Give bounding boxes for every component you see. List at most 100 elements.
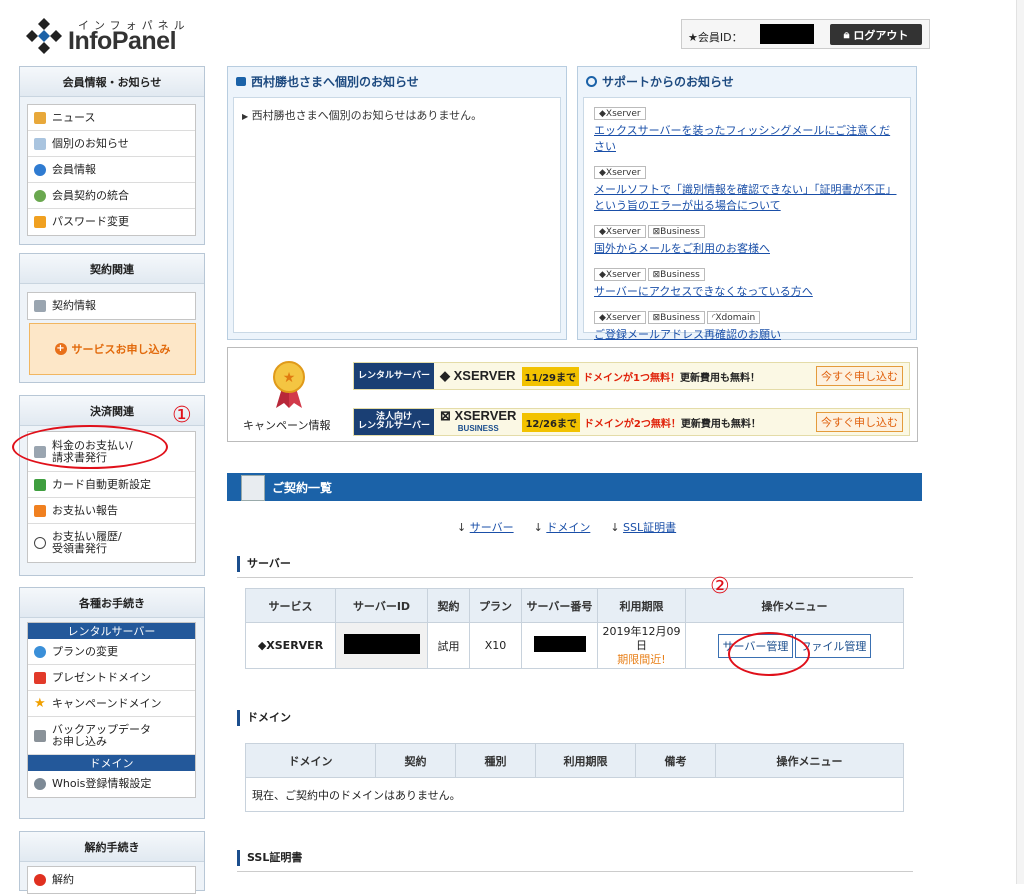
campaign-box: ★ キャンペーン情報 レンタルサーバー ◆ XSERVER 11/29まで ドメ… bbox=[227, 347, 918, 442]
category-rental-server: レンタルサーバー bbox=[28, 623, 195, 639]
tag-xserver: ◆Xserver bbox=[594, 107, 646, 120]
sidebar-item-present-domain[interactable]: プレゼントドメイン bbox=[28, 665, 195, 691]
annotation-mark-1: ① bbox=[172, 403, 192, 428]
server-id-redacted bbox=[343, 634, 420, 654]
contract-icon bbox=[34, 300, 46, 312]
support-notice-body: ◆Xserver エックスサーバーを装ったフィッシングメールにご注意ください ◆X… bbox=[583, 97, 911, 341]
sidebar-item-backup[interactable]: バックアップデータ お申し込み bbox=[28, 717, 195, 755]
cancel-icon bbox=[34, 874, 46, 886]
tag-label: Business bbox=[660, 270, 700, 280]
svg-text:★: ★ bbox=[283, 370, 296, 386]
support-link[interactable]: メールソフトで「識別情報を確認できない」「証明書が不正」という旨のエラーが出る場… bbox=[594, 182, 900, 214]
support-link[interactable]: ご登録メールアドレス再確認のお願い bbox=[594, 327, 900, 343]
sidebar-item-password[interactable]: パスワード変更 bbox=[28, 209, 195, 235]
scrollbar[interactable] bbox=[1016, 0, 1024, 884]
tag-label: Xserver bbox=[605, 313, 641, 323]
campaign-apply-button[interactable]: 今すぐ申し込む bbox=[816, 366, 903, 386]
campaign-row-business: 法人向け レンタルサーバー ⊠ XSERVER BUSINESS 12/26まで … bbox=[353, 408, 910, 436]
support-icon bbox=[586, 75, 597, 87]
tag-business: ⊠Business bbox=[647, 268, 705, 281]
support-item: ◆Xserver エックスサーバーを装ったフィッシングメールにご注意ください bbox=[594, 106, 900, 155]
sidebar-item-cancel[interactable]: 解約 bbox=[28, 867, 195, 893]
sidebar-item-label: プレゼントドメイン bbox=[52, 670, 151, 684]
anchor-ssl[interactable]: ↓ SSL証明書 bbox=[610, 519, 676, 535]
tag-label: Xdomain bbox=[715, 313, 756, 323]
personal-notice-panel: 西村勝也さまへ個別のお知らせ ▶ 西村勝也さまへ個別のお知らせはありません。 bbox=[227, 66, 567, 340]
support-link[interactable]: 国外からメールをご利用のお客様へ bbox=[594, 241, 900, 257]
sidebar-item-label: プランの変更 bbox=[52, 644, 118, 658]
campaign-logo-text: XSERVER bbox=[453, 368, 516, 383]
triangle-right-icon: ▶ bbox=[242, 112, 249, 121]
campaign-tag: レンタルサーバー bbox=[354, 363, 434, 389]
sidebar-item-contract-info[interactable]: 契約情報 bbox=[28, 293, 195, 319]
logout-label: ログアウト bbox=[853, 28, 909, 42]
col-header: プラン bbox=[469, 588, 522, 623]
annotation-circle-1 bbox=[12, 425, 168, 469]
sidebar-item-merge[interactable]: 会員契約の統合 bbox=[28, 183, 195, 209]
contract-list-title: ご契約一覧 bbox=[272, 480, 333, 495]
tag-xdomain: ◜Xdomain bbox=[706, 311, 761, 324]
campaign-apply-button[interactable]: 今すぐ申し込む bbox=[816, 412, 903, 432]
sidebar-item-label: 契約情報 bbox=[52, 299, 96, 312]
campaign-label: キャンペーン情報 bbox=[243, 419, 331, 432]
col-header: サーバー番号 bbox=[521, 588, 598, 623]
service-apply-button[interactable]: + サービスお申し込み bbox=[29, 323, 196, 375]
logout-button[interactable]: 🔒︎ ログアウト bbox=[830, 24, 922, 45]
tag-xserver: ◆Xserver bbox=[594, 166, 646, 179]
anchor-link[interactable]: SSL証明書 bbox=[623, 521, 676, 534]
sidebar-item-label: ニュース bbox=[52, 110, 96, 124]
support-item: ◆Xserver ⊠Business サーバーにアクセスできなくなっている方へ bbox=[594, 267, 900, 300]
sidebar-item-history[interactable]: お支払い履歴/ 受領書発行 bbox=[28, 524, 195, 562]
support-link[interactable]: サーバーにアクセスできなくなっている方へ bbox=[594, 284, 900, 300]
col-header: 契約 bbox=[427, 588, 470, 623]
sidebar-item-plan-change[interactable]: プランの変更 bbox=[28, 639, 195, 665]
tag-xserver: ◆Xserver bbox=[594, 311, 646, 324]
sidebar-item-label: お支払い報告 bbox=[52, 503, 118, 517]
down-arrow-icon: ↓ bbox=[533, 521, 543, 534]
campaign-date: 11/29まで bbox=[521, 366, 580, 386]
campaign-msg: ドメインが1つ無料！ bbox=[583, 372, 680, 384]
sidebar-contract-title: 契約関連 bbox=[20, 254, 204, 284]
anchor-link[interactable]: サーバー bbox=[470, 521, 514, 534]
sidebar-item-card[interactable]: カード自動更新設定 bbox=[28, 472, 195, 498]
sidebar-item-campaign-domain[interactable]: ★ キャンペーンドメイン bbox=[28, 691, 195, 717]
anchor-domain[interactable]: ↓ ドメイン bbox=[534, 519, 591, 535]
anchor-link[interactable]: ドメイン bbox=[546, 521, 590, 534]
sidebar-item-news[interactable]: ニュース bbox=[28, 105, 195, 131]
sidebar-item-notice[interactable]: 個別のお知らせ bbox=[28, 131, 195, 157]
tag-business: ⊠Business bbox=[647, 311, 705, 324]
anchor-server[interactable]: ↓ サーバー bbox=[457, 519, 514, 535]
tag-business: ⊠Business bbox=[647, 225, 705, 238]
notice-icon bbox=[34, 137, 46, 150]
campaign-tag: 法人向け レンタルサーバー bbox=[354, 409, 434, 435]
personal-notice-body: ▶ 西村勝也さまへ個別のお知らせはありません。 bbox=[233, 97, 561, 333]
col-header: サービス bbox=[245, 588, 336, 623]
support-link[interactable]: エックスサーバーを装ったフィッシングメールにご注意ください bbox=[594, 123, 900, 155]
sidebar-item-label: パスワード変更 bbox=[52, 215, 129, 228]
speech-bubble-icon bbox=[236, 76, 246, 86]
logo-text[interactable]: InfoPanel bbox=[68, 27, 177, 56]
contract-type-cell: 試用 bbox=[427, 622, 470, 669]
whois-icon bbox=[34, 778, 46, 790]
xserver-logo-icon: ◆ bbox=[440, 368, 450, 383]
personal-notice-text: 西村勝也さまへ個別のお知らせはありません。 bbox=[251, 109, 483, 122]
divider bbox=[237, 577, 913, 578]
clock-icon bbox=[34, 537, 46, 549]
sidebar-item-member-info[interactable]: 会員情報 bbox=[28, 157, 195, 183]
xserver-business-logo: ⊠ XSERVER BUSINESS bbox=[434, 409, 522, 434]
sidebar-item-payment-report[interactable]: お支払い報告 bbox=[28, 498, 195, 524]
divider bbox=[237, 871, 913, 872]
category-domain: ドメイン bbox=[28, 755, 195, 771]
campaign-msg2: 更新費用も無料！ bbox=[680, 418, 761, 430]
sidebar-item-label: バックアップデータ お申し込み bbox=[52, 722, 151, 748]
col-header: 操作メニュー bbox=[715, 743, 904, 778]
sidebar-member-list: ニュース 個別のお知らせ 会員情報 会員契約の統合 パスワード変更 bbox=[27, 104, 196, 236]
sidebar-item-whois[interactable]: Whois登録情報設定 bbox=[28, 771, 195, 797]
service-apply-label: サービスお申し込み bbox=[71, 343, 171, 356]
backup-icon bbox=[34, 729, 46, 742]
sidebar-item-label: Whois登録情報設定 bbox=[52, 777, 152, 790]
domain-empty-message: 現在、ご契約中のドメインはありません。 bbox=[245, 777, 904, 812]
sidebar-item-label: カード自動更新設定 bbox=[52, 477, 151, 491]
table-row: 現在、ご契約中のドメインはありません。 bbox=[245, 777, 904, 812]
tag-label: Xserver bbox=[605, 270, 641, 280]
